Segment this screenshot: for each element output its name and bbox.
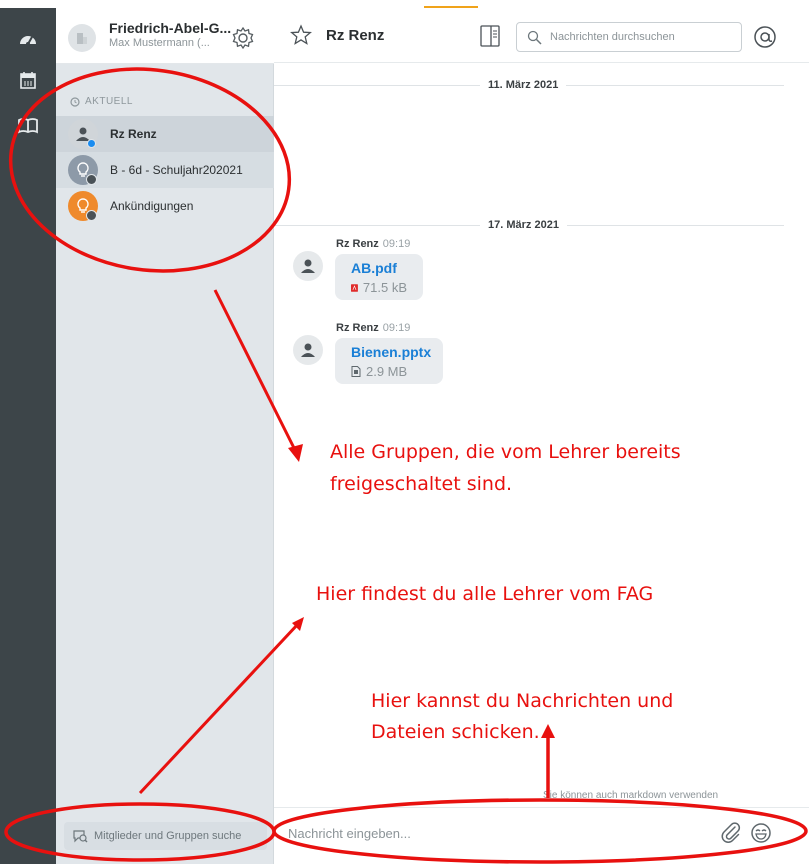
- message-search-placeholder: Nachrichten durchsuchen: [550, 31, 675, 43]
- message-compose-input[interactable]: Nachricht eingeben...: [274, 807, 809, 864]
- compose-placeholder: Nachricht eingeben...: [288, 826, 411, 841]
- user-name: Max Mustermann (...: [109, 37, 210, 49]
- file-attachment[interactable]: AB.pdf 71.5 kB: [335, 254, 423, 300]
- file-name-link[interactable]: Bienen.pptx: [351, 344, 431, 360]
- arrowhead: [541, 724, 555, 738]
- gear-icon[interactable]: [230, 25, 256, 51]
- top-strip: [0, 0, 809, 8]
- organization-name: Friedrich-Abel-G...: [109, 20, 232, 36]
- lock-icon: [86, 210, 97, 221]
- organization-header[interactable]: Friedrich-Abel-G... Max Mustermann (...: [56, 8, 274, 64]
- chat-item-label: Rz Renz: [110, 127, 157, 141]
- annotation-send-line1: Hier kannst du Nachrichten und: [371, 690, 674, 712]
- annotation-groups-line1: Alle Gruppen, die vom Lehrer bereits: [330, 441, 681, 463]
- pdf-icon: [351, 283, 358, 292]
- lock-icon: [86, 174, 97, 185]
- section-label: AKTUELL: [85, 96, 133, 107]
- chat-search-icon: [73, 830, 88, 843]
- file-attachment[interactable]: Bienen.pptx 2.9 MB: [335, 338, 443, 384]
- chat-header: Rz Renz Nachrichten durchsuchen: [274, 8, 809, 63]
- emoji-icon[interactable]: [750, 822, 772, 844]
- message-time: 09:19: [382, 238, 411, 250]
- book-icon[interactable]: [14, 112, 42, 140]
- chat-item-rz-renz[interactable]: Rz Renz: [56, 116, 274, 152]
- file-name-link[interactable]: AB.pdf: [351, 260, 407, 276]
- calendar-icon[interactable]: [14, 66, 42, 94]
- building-icon: [68, 24, 96, 52]
- date-separator: 11. März 2021: [274, 78, 784, 92]
- file-size: 71.5 kB: [351, 280, 407, 295]
- member-search-input[interactable]: Mitglieder und Gruppen suche: [64, 822, 267, 850]
- message-author: Rz Renz: [336, 322, 379, 334]
- app-rail: [0, 8, 56, 864]
- dashboard-icon[interactable]: [14, 26, 42, 54]
- star-icon[interactable]: [290, 24, 312, 46]
- chat-sidebar: Friedrich-Abel-G... Max Mustermann (... …: [56, 8, 274, 864]
- search-icon: [527, 30, 542, 45]
- markdown-hint: Sie können auch markdown verwenden: [543, 790, 719, 801]
- message-author: Rz Renz: [336, 238, 379, 250]
- online-status-dot: [87, 139, 96, 148]
- date-separator: 17. März 2021: [274, 218, 784, 232]
- chat-item-label: B - 6d - Schuljahr202021: [110, 163, 243, 177]
- message-item: Rz Renz 09:19 AB.pdf 71.5 kB: [293, 238, 493, 308]
- annotation-send-line2: Dateien schicken.: [371, 721, 540, 743]
- chat-title: Rz Renz: [326, 27, 385, 44]
- annotation-teachers: Hier findest du alle Lehrer vom FAG: [316, 583, 654, 605]
- chat-item-label: Ankündigungen: [110, 199, 194, 213]
- message-time: 09:19: [382, 322, 411, 334]
- history-icon: [70, 96, 80, 107]
- chat-item-ankuendigungen[interactable]: Ankündigungen: [56, 188, 274, 224]
- message-item: Rz Renz 09:19 Bienen.pptx 2.9 MB: [293, 322, 493, 392]
- chat-item-b-6d[interactable]: B - 6d - Schuljahr202021: [56, 152, 274, 188]
- user-avatar-icon[interactable]: [293, 335, 323, 365]
- paperclip-icon[interactable]: [720, 822, 742, 844]
- user-avatar-icon[interactable]: [293, 251, 323, 281]
- message-search-input[interactable]: Nachrichten durchsuchen: [516, 22, 742, 52]
- member-search-placeholder: Mitglieder und Gruppen suche: [94, 830, 242, 842]
- section-header: AKTUELL: [70, 96, 133, 107]
- file-size: 2.9 MB: [351, 364, 427, 379]
- annotation-groups-line2: freigeschaltet sind.: [330, 473, 513, 495]
- message-meta: Rz Renz 09:19: [336, 238, 410, 250]
- document-icon: [351, 366, 361, 377]
- message-meta: Rz Renz 09:19: [336, 322, 410, 334]
- arrowhead: [288, 444, 303, 462]
- mentions-icon[interactable]: [752, 24, 778, 50]
- side-panel-icon[interactable]: [480, 25, 500, 47]
- arrowhead: [292, 617, 304, 631]
